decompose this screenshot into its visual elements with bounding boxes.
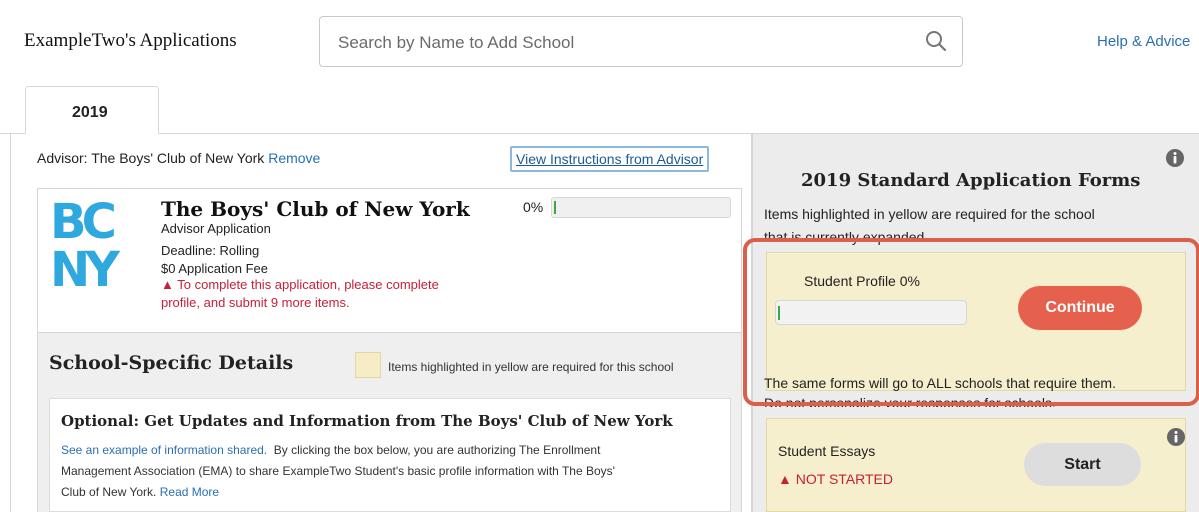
school-progress-bar: [551, 197, 731, 218]
search-placeholder: Search by Name to Add School: [338, 33, 575, 52]
info-icon[interactable]: [1165, 148, 1185, 168]
logo-text-bottom: NY: [50, 242, 120, 298]
optional-text-2: Management Association (EMA) to share Ex…: [61, 464, 615, 478]
optional-text-1: By clicking the box below, you are autho…: [273, 443, 601, 457]
warning-icon: ▲: [161, 277, 174, 292]
warning-text-1: To complete this application, please com…: [177, 277, 439, 292]
application-fee: $0 Application Fee: [161, 261, 268, 276]
read-more-link[interactable]: Read More: [160, 485, 219, 499]
forms-description-1: Items highlighted in yellow are required…: [764, 206, 1095, 222]
optional-updates-title: Optional: Get Updates and Information fr…: [61, 412, 673, 430]
example-info-link[interactable]: See an example of information shared.: [61, 443, 267, 457]
search-icon[interactable]: [924, 29, 948, 53]
info-icon[interactable]: [1166, 427, 1186, 447]
optional-text-line-1: See an example of information shared. By…: [61, 443, 600, 457]
advisor-label: Advisor: The Boys' Club of New York: [37, 150, 265, 166]
help-advice-link[interactable]: Help & Advice: [1097, 33, 1190, 50]
tab-2019[interactable]: 2019: [25, 86, 159, 134]
page-title: ExampleTwo's Applications: [24, 30, 237, 51]
start-essays-button[interactable]: Start: [1024, 443, 1141, 486]
tab-label: 2019: [72, 104, 108, 121]
logo-text-top: BC: [50, 194, 117, 250]
completion-warning: ▲ To complete this application, please c…: [161, 277, 439, 292]
progress-fill: [554, 201, 556, 214]
optional-text-line-3: Club of New York. Read More: [61, 485, 219, 499]
deadline: Deadline: Rolling: [161, 243, 260, 258]
student-essays-label: Student Essays: [778, 443, 876, 459]
forms-title: 2019 Standard Application Forms: [801, 170, 1141, 191]
yellow-legend-swatch: [355, 352, 381, 378]
school-name: The Boys' Club of New York: [161, 197, 470, 221]
school-progress-label: 0%: [523, 199, 544, 215]
school-search-input[interactable]: Search by Name to Add School: [319, 16, 963, 67]
essays-status: ▲ NOT STARTED: [778, 471, 893, 487]
advisor-line: Advisor: The Boys' Club of New York Remo…: [37, 150, 320, 166]
details-title: School-Specific Details: [49, 352, 294, 374]
view-instructions-button[interactable]: View Instructions from Advisor: [510, 146, 710, 172]
warning-icon: ▲: [778, 471, 792, 487]
optional-text-3: Club of New York.: [61, 485, 157, 499]
highlight-annotation: [743, 238, 1199, 406]
warning-text-2: profile, and submit 9 more items.: [161, 295, 350, 310]
application-type: Advisor Application: [161, 221, 271, 236]
details-legend: Items highlighted in yellow are required…: [388, 360, 674, 374]
essays-status-text: NOT STARTED: [795, 471, 893, 487]
school-logo: BC NY: [50, 197, 138, 301]
remove-advisor-link[interactable]: Remove: [268, 150, 320, 166]
